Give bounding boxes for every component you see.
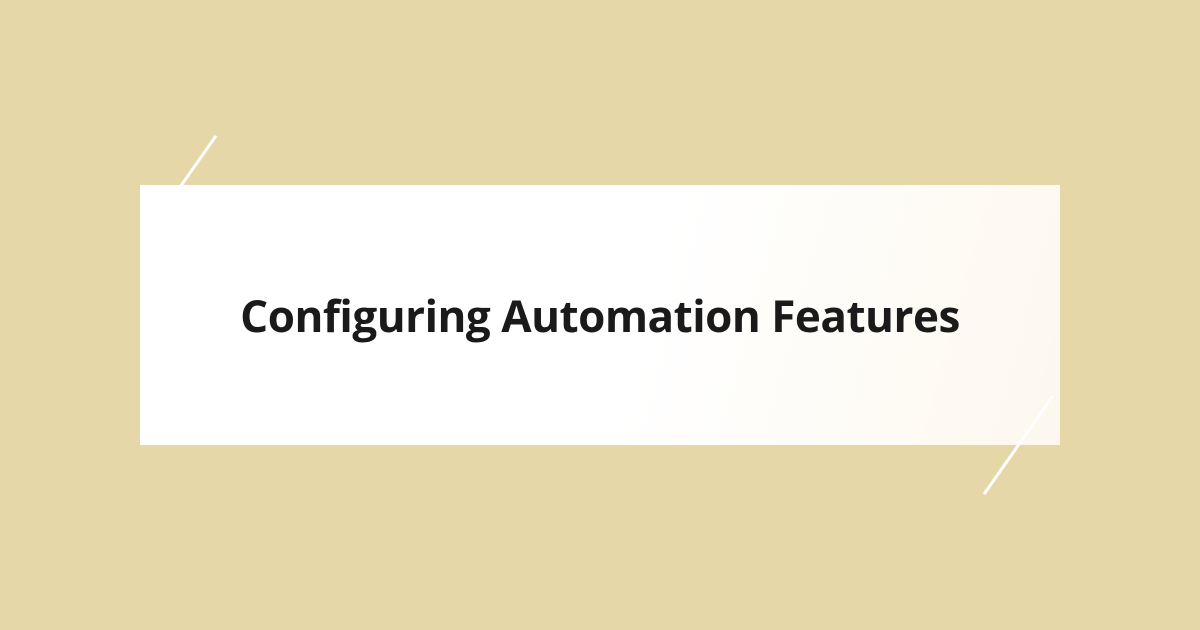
title-card: Configuring Automation Features	[140, 185, 1060, 445]
title-card-wrapper: Configuring Automation Features	[140, 185, 1060, 445]
page-title: Configuring Automation Features	[240, 285, 960, 345]
